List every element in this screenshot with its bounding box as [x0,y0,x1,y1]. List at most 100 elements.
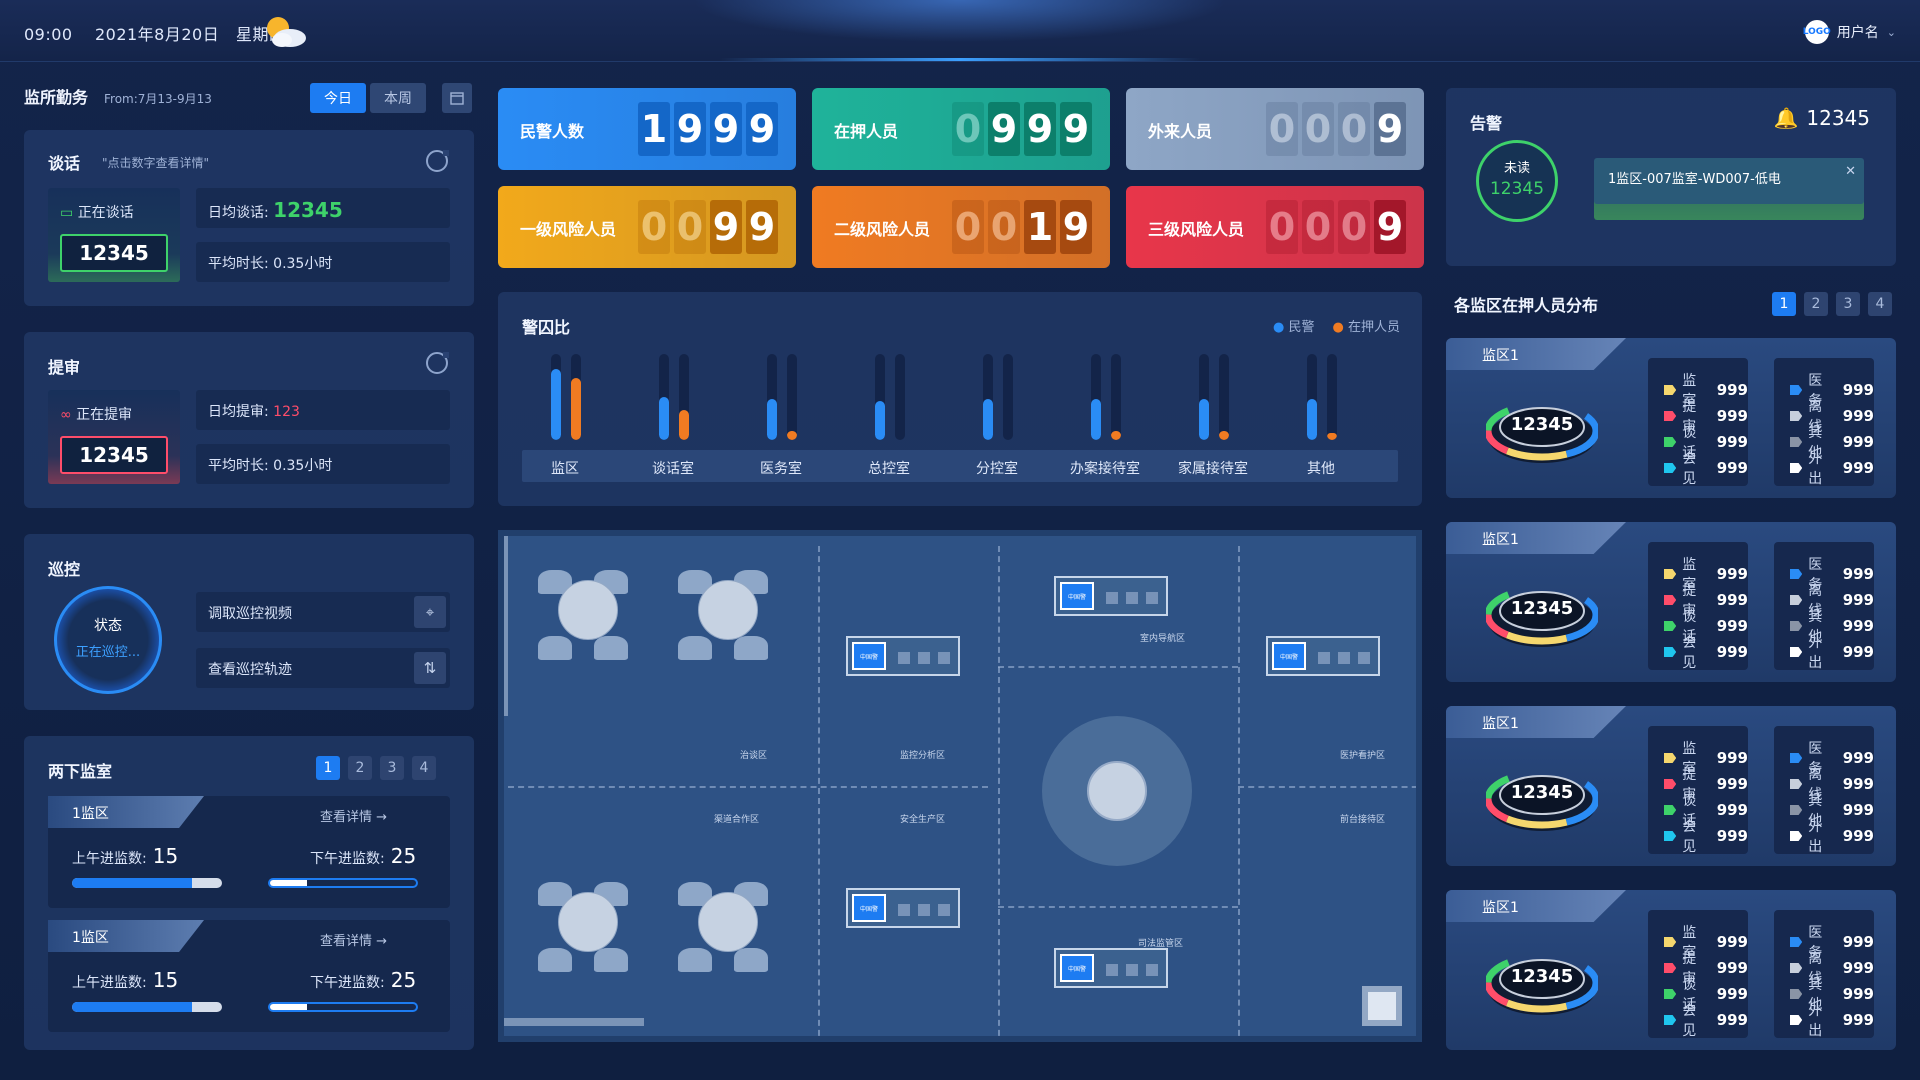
stat-row[interactable]: 会见 999 [1664,632,1748,672]
kpi-card[interactable]: 三级风险人员 0 0 0 9 [1126,186,1424,268]
user-menu[interactable]: LOGO 用户名 ⌄ [1803,20,1896,44]
kpi-digit: 9 [746,200,778,254]
district-tag [1446,338,1626,370]
stat-row[interactable]: 外出 999 [1790,1000,1874,1040]
kpi-card[interactable]: 外来人员 0 0 0 9 [1126,88,1424,170]
page-4[interactable]: 4 [412,756,436,780]
monitor-device[interactable]: 中国警 [846,636,960,676]
stat-row[interactable]: 会见 999 [1664,448,1748,488]
monitor-device[interactable]: 中国警 [846,888,960,928]
map-scrollbar-h[interactable] [504,1018,644,1026]
patrol-video-button[interactable]: 调取巡控视频 ⌖ [196,592,450,632]
patrol-track-button[interactable]: 查看巡控轨迹 ⇅ [196,648,450,688]
round-table[interactable] [698,892,758,952]
district-name: 监区1 [1482,348,1519,364]
refresh-icon[interactable] [426,150,449,172]
review-count[interactable]: 12345 [60,436,168,474]
round-table[interactable] [558,580,618,640]
view-detail-link[interactable]: 查看详情 → [320,806,387,825]
page-3[interactable]: 3 [380,756,404,780]
screen-icon: 中国警 [852,642,886,670]
map-scrollbar-v[interactable] [504,536,508,716]
device-light [918,652,930,664]
tab-today[interactable]: 今日 [310,83,366,113]
review-daily-value[interactable]: 123 [273,404,300,420]
district-name: 监区1 [1482,532,1519,548]
kpi-digits: 1999 [638,102,778,156]
round-table[interactable] [558,892,618,952]
page-4[interactable]: 4 [1868,292,1892,316]
kpi-digit: 0 [674,200,706,254]
round-table[interactable] [698,580,758,640]
talk-daily-value[interactable]: 12345 [273,198,343,222]
refresh-icon[interactable] [426,352,449,374]
flag-icon [1790,647,1803,657]
monitor-device[interactable]: 中国警 [1266,636,1380,676]
top-bar: 09:00 2021年8月20日 星期四 LOGO 用户名 ⌄ [0,0,1920,62]
bar-police[interactable] [551,369,561,440]
monitor-device[interactable]: 中国警 [1054,576,1168,616]
calendar-button[interactable] [442,83,472,113]
district-total: 12345 [1510,782,1574,803]
control-dial[interactable] [1042,716,1192,866]
bar-detainee[interactable] [1219,431,1229,440]
legend-dot-icon: ● [1273,320,1285,335]
bar-detainee[interactable] [1327,433,1337,440]
alarm-counter[interactable]: 🔔 12345 [1773,106,1870,130]
bar-police[interactable] [875,401,885,440]
kpi-digit: 1 [638,102,670,156]
monitor-device[interactable]: 中国警 [1054,948,1168,988]
unread-badge[interactable]: 未读 12345 [1476,140,1558,222]
floor-map[interactable]: 中国警 中国警 中国警 中国警 中国警 室内导航区 监控分析区 治谈区 医护看护区 渠道合作区 安全… [498,530,1422,1042]
kpi-card[interactable]: 一级风险人员 0 0 9 9 [498,186,796,268]
legend-item: ● 在押人员 [1333,316,1401,335]
alarm-message[interactable]: 1监区-007监室-WD007-低电 ✕ [1594,158,1864,204]
stat-row[interactable]: 外出 999 [1790,448,1874,488]
stat-column-right: 医务 999 离线 999 其他 999 外出 999 [1774,726,1874,856]
district-card[interactable]: 监区1 12345 监室 999 提审 999 谈话 999 会见 999 医务 999 离线 999 其他… [1446,338,1896,498]
bar-detainee[interactable] [787,431,797,440]
map-corner-button[interactable] [1362,986,1402,1026]
district-card[interactable]: 监区1 12345 监室 999 提审 999 谈话 999 会见 999 医务 999 离线 999 其他… [1446,706,1896,866]
kpi-card[interactable]: 民警人数 1 9 9 9 [498,88,796,170]
stat-row[interactable]: 会见 999 [1664,816,1748,856]
stat-label: 会见 [1682,1003,1697,1039]
stat-row[interactable]: 外出 999 [1790,816,1874,856]
stat-row[interactable]: 外出 999 [1790,632,1874,672]
page-3[interactable]: 3 [1836,292,1860,316]
map-divider [1238,786,1416,788]
bar-police[interactable] [1199,399,1209,440]
kpi-card[interactable]: 在押人员 0 9 9 9 [812,88,1110,170]
chat-icon: ▭ [60,205,74,221]
flag-icon [1664,831,1677,841]
bar-detainee[interactable] [571,378,581,440]
dial-center [1087,761,1147,821]
page-1[interactable]: 1 [1772,292,1796,316]
stat-row[interactable]: 会见 999 [1664,1000,1748,1040]
page-2[interactable]: 2 [348,756,372,780]
flag-icon [1790,753,1803,763]
bar-police[interactable] [1307,399,1317,440]
kpi-card[interactable]: 二级风险人员 0 0 1 9 [812,186,1110,268]
stat-label: 外出 [1808,635,1823,671]
talk-avg-box: 平均时长: 0.35小时 [196,242,450,282]
district-card[interactable]: 监区1 12345 监室 999 提审 999 谈话 999 会见 999 医务 999 离线 999 其他… [1446,522,1896,682]
bar-detainee[interactable] [679,410,689,440]
zone-label: 渠道合作区 [714,815,760,825]
pm-label: 下午进监数: [310,975,385,991]
review-status-box: ∞ 正在提审 12345 [48,390,180,484]
close-icon[interactable]: ✕ [1845,164,1856,179]
talk-count[interactable]: 12345 [60,234,168,272]
talk-avg: 平均时长: 0.35小时 [208,256,333,272]
bar-police[interactable] [983,399,993,440]
page-1[interactable]: 1 [316,756,340,780]
district-card[interactable]: 监区1 12345 监室 999 提审 999 谈话 999 会见 999 医务 999 离线 999 其他… [1446,890,1896,1050]
page-2[interactable]: 2 [1804,292,1828,316]
bar-police[interactable] [659,397,669,440]
bar-detainee[interactable] [1111,431,1121,440]
kpi-digit: 9 [710,102,742,156]
bar-police[interactable] [767,399,777,440]
bar-police[interactable] [1091,399,1101,440]
view-detail-link[interactable]: 查看详情 → [320,930,387,949]
tab-week[interactable]: 本周 [370,83,426,113]
